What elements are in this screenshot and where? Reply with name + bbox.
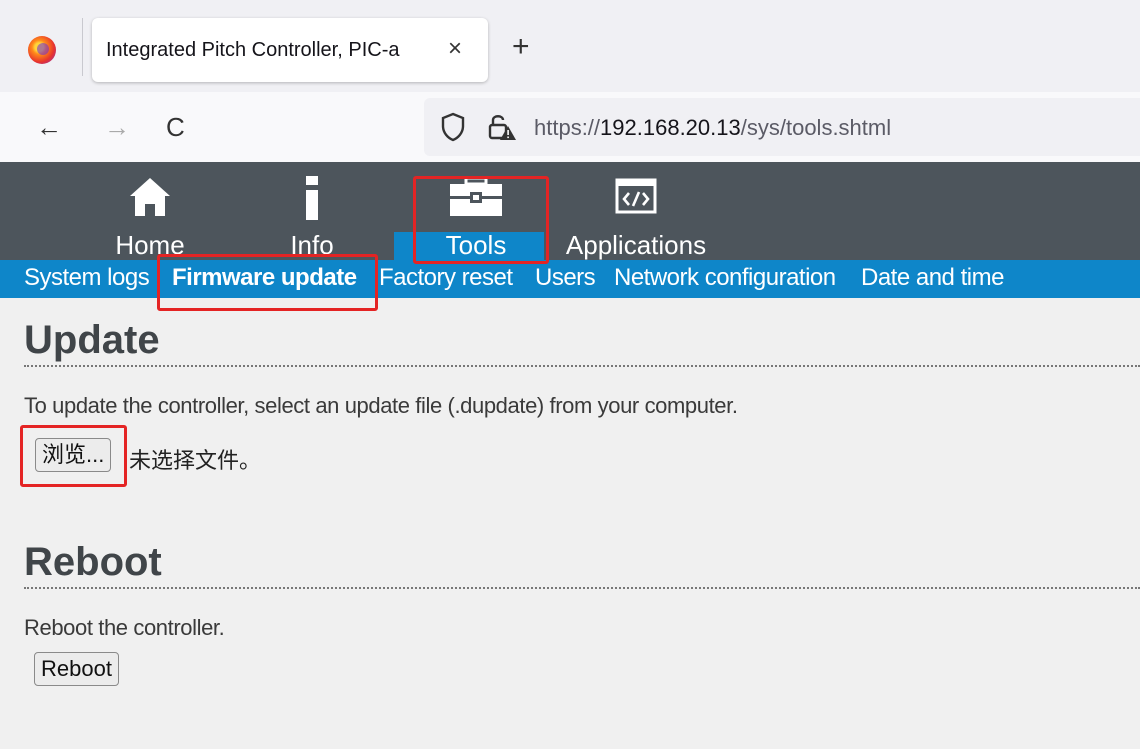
update-heading: Update — [24, 318, 160, 362]
url-text[interactable]: https://192.168.20.13/sys/tools.shtml — [534, 115, 891, 141]
update-divider — [24, 365, 1140, 367]
url-path: /sys/tools.shtml — [740, 115, 892, 140]
nav-tab-label: Applications — [565, 230, 707, 260]
subnav-item-factory-reset[interactable]: Factory reset — [379, 264, 513, 292]
browse-highlight-box — [20, 425, 127, 487]
nav-tab-info[interactable]: Info — [272, 162, 352, 260]
home-icon — [130, 178, 170, 216]
tracking-protection-shield-icon[interactable] — [440, 112, 466, 142]
insecure-lock-icon[interactable] — [486, 112, 518, 142]
update-description: To update the controller, select an upda… — [24, 393, 738, 418]
url-scheme: https:// — [534, 115, 601, 140]
subnav-item-network-configuration[interactable]: Network configuration — [614, 264, 836, 292]
no-file-selected-text: 未选择文件。 — [129, 448, 262, 473]
info-icon — [306, 176, 318, 220]
address-bar[interactable]: https://192.168.20.13/sys/tools.shtml — [424, 98, 1140, 156]
new-tab-button[interactable]: + — [512, 32, 530, 62]
back-button[interactable]: ← — [36, 110, 62, 144]
reboot-button[interactable]: Reboot — [34, 652, 119, 686]
tools-highlight-box — [413, 176, 549, 264]
reload-button[interactable]: C — [166, 110, 185, 144]
forward-button[interactable]: → — [104, 110, 130, 144]
subnav-item-date-and-time[interactable]: Date and time — [861, 264, 1004, 292]
reboot-heading: Reboot — [24, 540, 162, 584]
firefox-logo-icon[interactable] — [28, 36, 56, 64]
subnav-item-users[interactable]: Users — [535, 264, 596, 292]
nav-tab-home[interactable]: Home — [100, 162, 200, 260]
subnav-item-system-logs[interactable]: System logs — [24, 264, 150, 292]
reboot-divider — [24, 587, 1140, 589]
reboot-description: Reboot the controller. — [24, 615, 225, 640]
nav-tab-applications[interactable]: Applications — [556, 162, 716, 260]
browser-tab-title: Integrated Pitch Controller, PIC-a — [106, 39, 400, 61]
tab-divider — [82, 18, 83, 76]
browser-tab[interactable]: Integrated Pitch Controller, PIC-a × — [92, 18, 488, 82]
close-tab-icon[interactable]: × — [448, 35, 462, 63]
browser-tab-bar: Integrated Pitch Controller, PIC-a × + — [0, 0, 1140, 92]
firmware-update-highlight-box — [157, 254, 378, 311]
code-window-icon — [615, 178, 657, 214]
url-host: 192.168.20.13 — [600, 115, 741, 140]
